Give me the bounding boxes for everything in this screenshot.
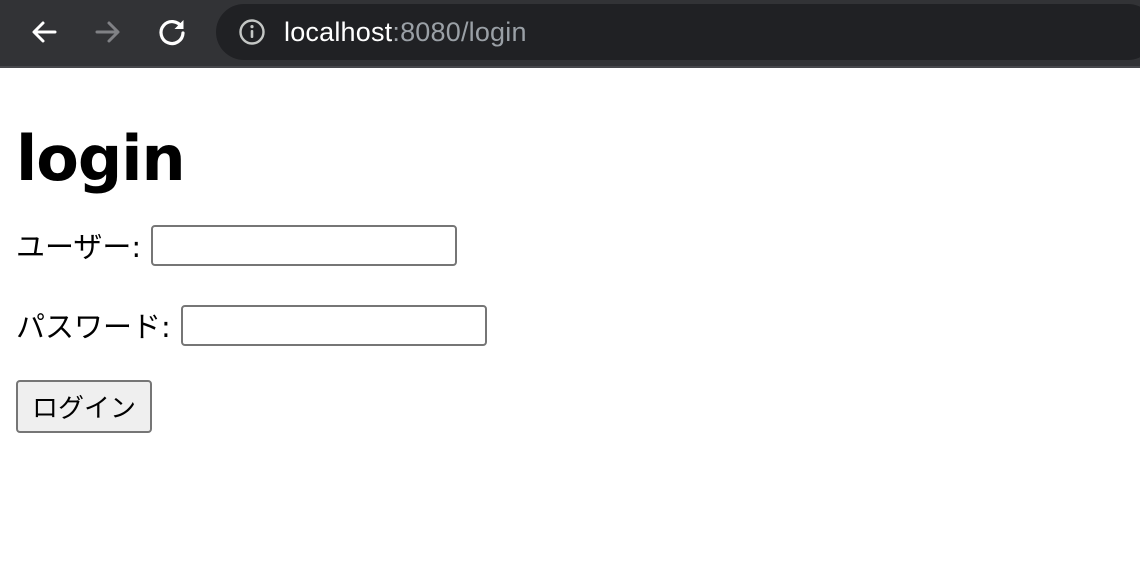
reload-icon	[159, 19, 185, 46]
user-label: ユーザー:	[16, 230, 142, 264]
address-bar[interactable]: localhost:8080/login	[216, 4, 1140, 60]
page-content: login ユーザー: パスワード: ログイン	[0, 68, 1140, 433]
login-form: ユーザー: パスワード: ログイン	[16, 224, 1140, 433]
url-path: :8080/login	[392, 16, 527, 47]
password-field[interactable]	[180, 304, 487, 346]
url-host: localhost	[284, 16, 393, 47]
browser-toolbar: localhost:8080/login	[0, 0, 1140, 68]
password-label: パスワード:	[16, 310, 171, 344]
page-title: login	[16, 122, 186, 195]
arrow-left-icon	[32, 21, 57, 43]
user-field[interactable]	[151, 224, 458, 266]
info-icon[interactable]	[238, 18, 266, 46]
reload-button[interactable]	[154, 14, 190, 50]
arrow-right-icon	[95, 21, 120, 43]
login-button[interactable]: ログイン	[16, 380, 152, 433]
forward-button[interactable]	[90, 14, 126, 50]
back-button[interactable]	[26, 14, 62, 50]
user-row: ユーザー:	[16, 224, 1140, 266]
password-row: パスワード:	[16, 304, 1140, 346]
url-text[interactable]: localhost:8080/login	[284, 17, 527, 48]
